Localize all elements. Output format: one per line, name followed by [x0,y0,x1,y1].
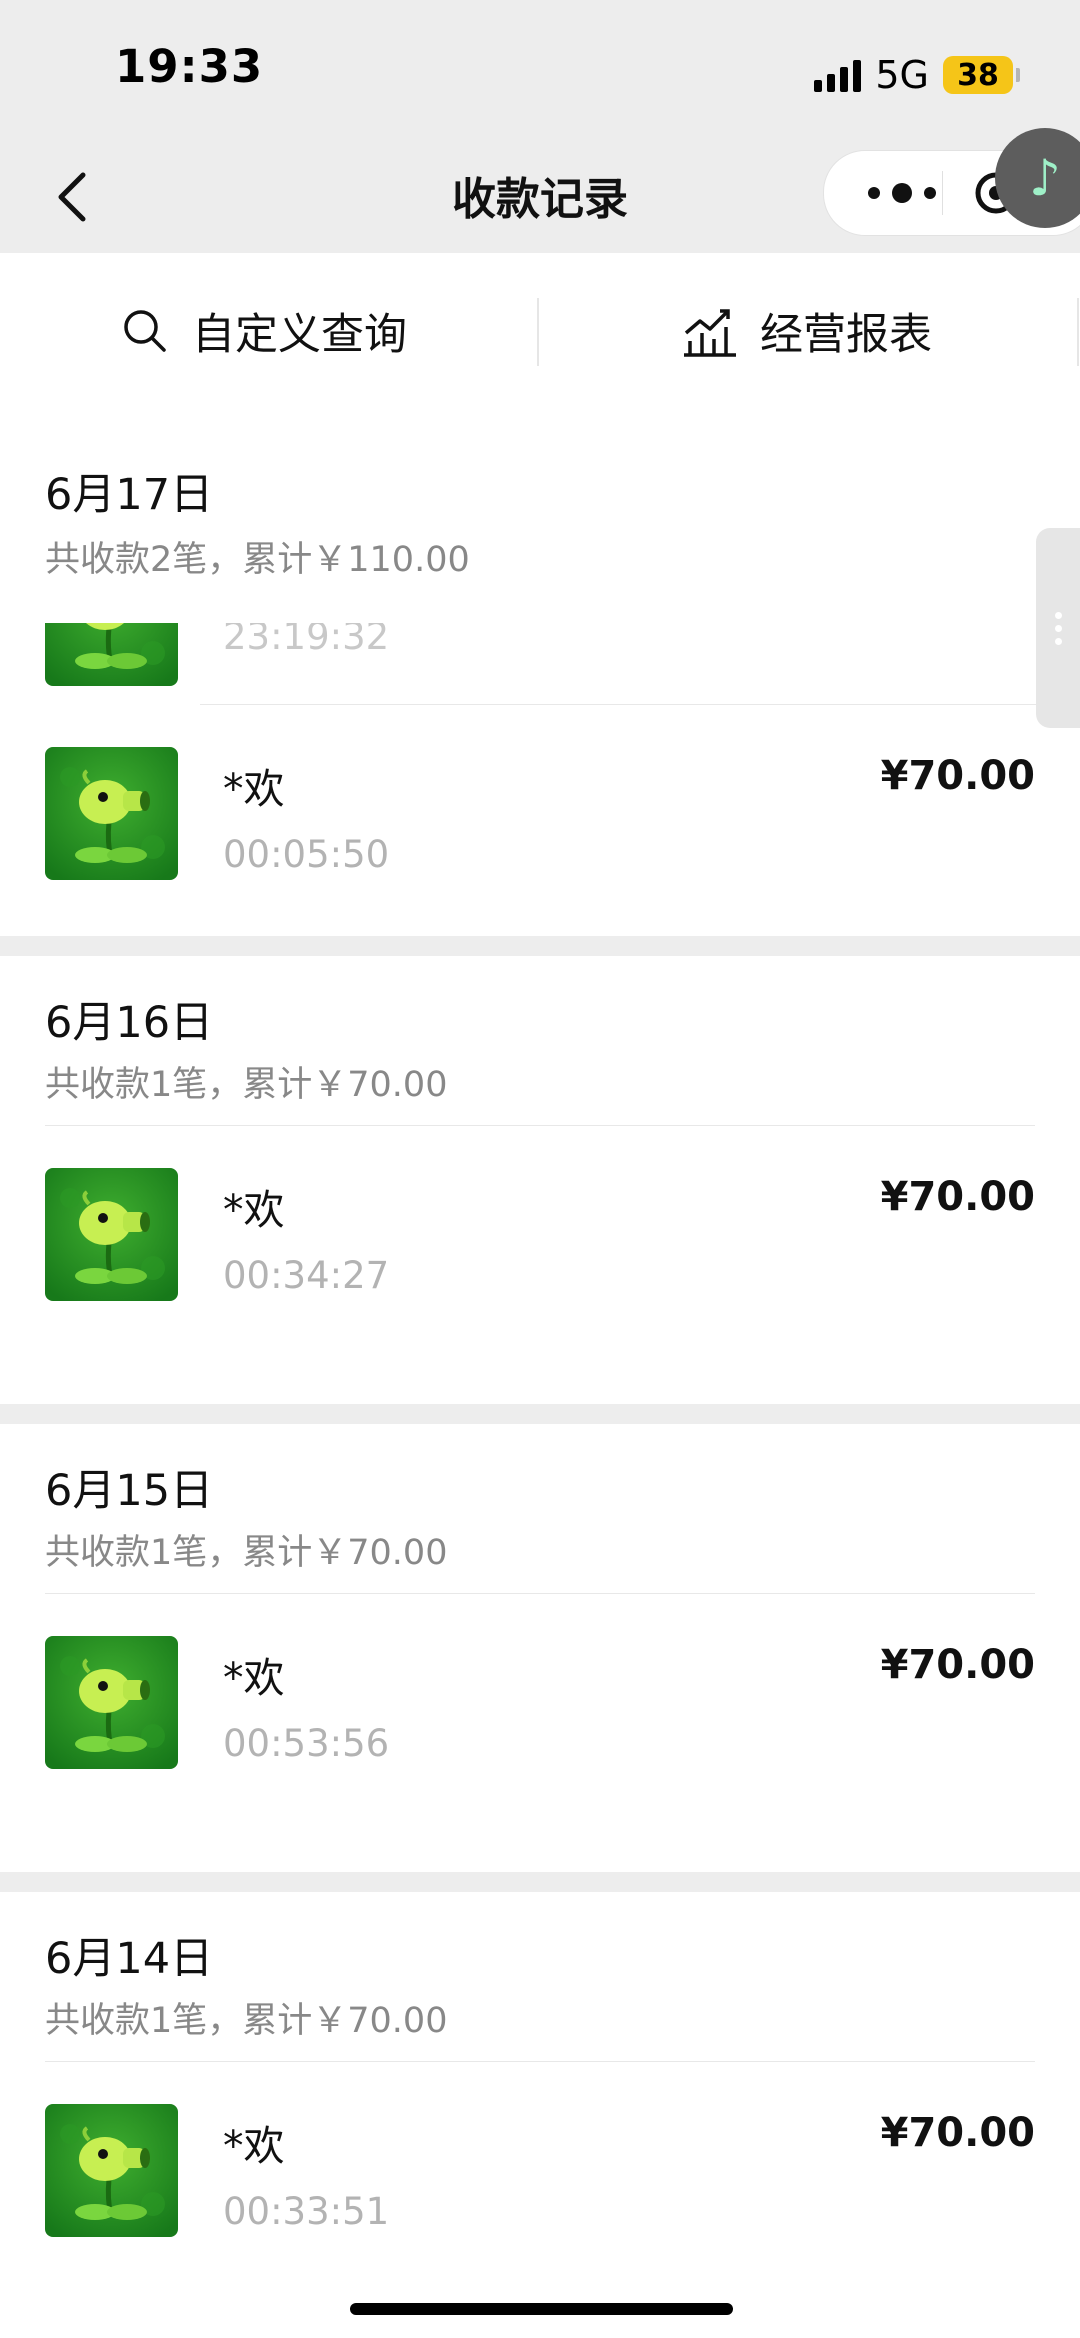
transaction-time: 00:33:51 [223,2190,390,2233]
group-date: 6月15日 [45,1466,214,1516]
peashooter-avatar [45,1168,178,1301]
date-group: 6月16日 共收款1笔，累计￥70.00 *欢 00:34:27 ¥70.00 [0,956,1080,1404]
group-header: 6月14日 共收款1笔，累计￥70.00 [0,1892,1080,2062]
custom-query-label: 自定义查询 [192,309,407,360]
status-bar: 19:33 5G 38 [0,0,1080,145]
business-report-label: 经营报表 [760,309,932,360]
group-header: 6月17日 共收款2笔，累计￥110.00 [0,408,1080,623]
transaction-row[interactable]: *欢 00:53:56 ¥70.00 [0,1594,1080,1804]
transaction-time: 00:34:27 [223,1254,390,1297]
transaction-time: 00:53:56 [223,1722,390,1765]
more-dots-icon[interactable] [858,173,946,213]
network-type: 5G [875,53,929,97]
peashooter-avatar [45,623,178,686]
transaction-row[interactable]: *欢 00:34:27 ¥70.00 [0,1126,1080,1336]
group-summary: 共收款1笔，累计￥70.00 [45,2001,448,2041]
payer-name: *欢 [223,1186,285,1234]
transaction-time: 00:05:50 [223,833,390,876]
peashooter-avatar [45,2104,178,2237]
custom-query-button[interactable]: 自定义查询 [120,298,407,363]
group-date: 6月17日 [45,470,214,520]
chart-icon [684,308,736,357]
music-note-icon: ♪ [1029,149,1061,207]
battery-level: 38 [943,56,1013,94]
business-report-button[interactable]: 经营报表 [682,298,932,363]
date-group: 6月17日 共收款2笔，累计￥110.00 [0,408,1080,623]
payer-name: *欢 [223,1654,285,1702]
peashooter-avatar [45,1636,178,1769]
group-header: 6月16日 共收款1笔，累计￥70.00 [0,956,1080,1126]
home-indicator[interactable] [350,2303,733,2315]
peashooter-avatar [45,747,178,880]
group-date: 6月14日 [45,1934,214,1984]
transaction-row[interactable]: *欢 00:05:50 ¥70.00 [0,705,1080,915]
transaction-amount: ¥70.00 [880,1642,1035,1688]
status-time: 19:33 [115,40,264,93]
group-summary: 共收款1笔，累计￥70.00 [45,1533,448,1573]
transaction-row[interactable]: *欢 00:33:51 ¥70.00 [0,2062,1080,2272]
nav-bar: 收款记录 [0,145,1080,253]
group-summary: 共收款1笔，累计￥70.00 [45,1065,448,1105]
transaction-amount: ¥70.00 [880,1174,1035,1220]
transaction-amount: ¥70.00 [880,2110,1035,2156]
group-date: 6月16日 [45,998,214,1048]
signal-icon [814,58,862,92]
group-summary: 共收款2笔，累计￥110.00 [45,540,470,580]
battery-icon: 38 [943,56,1020,94]
group-header: 6月15日 共收款1笔，累计￥70.00 [0,1424,1080,1594]
transaction-amount: ¥70.00 [880,753,1035,799]
filter-bar: 自定义查询 经营报表 [0,253,1080,408]
transaction-row-partial[interactable]: 23:19:32 [0,623,1080,705]
status-indicators: 5G 38 [814,50,1020,100]
payer-name: *欢 [223,765,285,813]
payer-name: *欢 [223,2122,285,2170]
side-drawer-handle[interactable] [1036,528,1080,728]
search-icon [124,309,166,352]
date-group: 6月14日 共收款1笔，累计￥70.00 *欢 00:33:51 ¥70.00 [0,1892,1080,2338]
transaction-time: 23:19:32 [223,623,390,658]
date-group: 6月15日 共收款1笔，累计￥70.00 *欢 00:53:56 ¥70.00 [0,1424,1080,1872]
